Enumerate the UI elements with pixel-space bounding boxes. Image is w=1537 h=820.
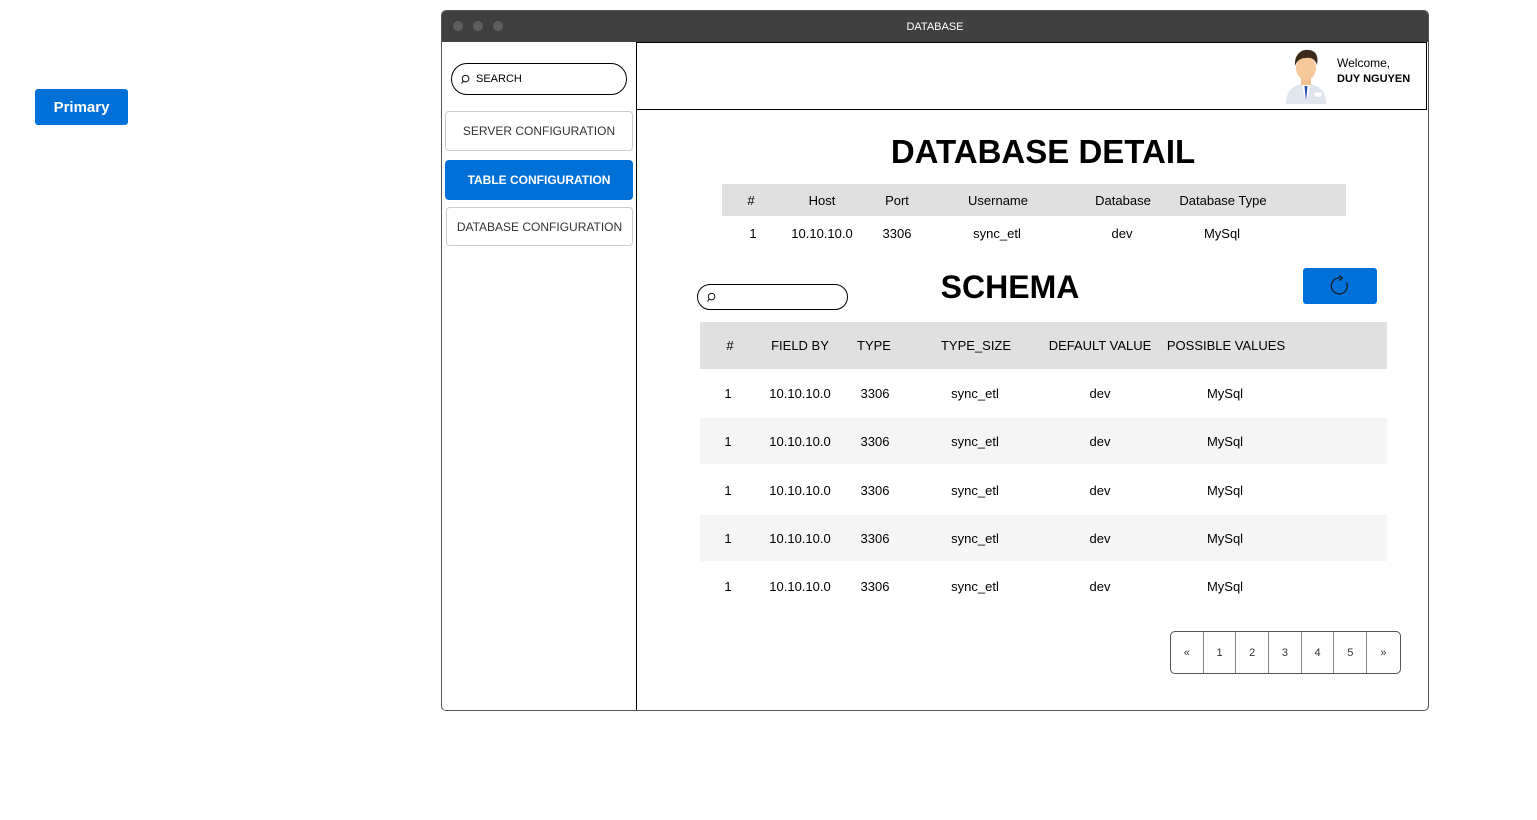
title-bar: DATABASE: [442, 11, 1428, 42]
table-cell: 1: [724, 530, 732, 546]
page-button-4[interactable]: 4: [1302, 632, 1335, 673]
sidebar-search-label: SEARCH: [476, 73, 522, 85]
column-header: #: [747, 192, 755, 208]
welcome-block: Welcome, DUY NGUYEN: [1337, 55, 1410, 87]
refresh-icon: [1330, 275, 1348, 295]
table-cell: 1: [724, 578, 732, 594]
database-detail-title: DATABASE DETAIL: [890, 133, 1196, 170]
table-cell: sync_etl: [973, 225, 1021, 241]
table-cell: MySql: [1206, 482, 1244, 498]
table-cell: 10.10.10.0: [769, 530, 831, 546]
table-cell: 10.10.10.0: [769, 385, 831, 401]
page-button-2[interactable]: 2: [1236, 632, 1270, 673]
column-header: Username: [968, 192, 1028, 208]
table-cell: dev: [1089, 578, 1111, 594]
table-row[interactable]: 1 10.10.10.0 3306 sync_etl dev MySql: [700, 418, 1387, 464]
table-cell: 10.10.10.0: [769, 482, 831, 498]
table-cell: MySql: [1206, 385, 1244, 401]
schema-search-input[interactable]: [697, 284, 848, 310]
table-cell: dev: [1089, 482, 1111, 498]
table-cell: MySql: [1203, 225, 1241, 241]
table-row[interactable]: 1 10.10.10.0 3306 sync_etl dev MySql: [700, 467, 1387, 513]
sidebar-item-database-configuration[interactable]: DATABASE CONFIGURATION: [446, 207, 633, 246]
table-cell: 1: [724, 433, 732, 449]
table-cell: 1: [724, 385, 732, 401]
detail-table-row[interactable]: 1 10.10.10.0 3306 sync_etl dev MySql: [722, 217, 1346, 249]
table-cell: sync_etl: [951, 433, 999, 449]
table-cell: sync_etl: [951, 482, 999, 498]
page-button-5[interactable]: 5: [1334, 632, 1368, 673]
table-row[interactable]: 1 10.10.10.0 3306 sync_etl dev MySql: [700, 370, 1387, 416]
maximize-dot[interactable]: [493, 21, 503, 31]
top-header: Welcome, DUY NGUYEN: [636, 42, 1427, 110]
table-cell: 3306: [882, 225, 912, 241]
minimize-dot[interactable]: [473, 21, 483, 31]
table-cell: 1: [749, 225, 757, 241]
page-button-3[interactable]: 3: [1269, 632, 1302, 673]
schema-table-header: # FIELD BY TYPE TYPE_SIZE DEFAULT VALUE …: [700, 322, 1387, 369]
refresh-button[interactable]: [1303, 268, 1377, 304]
sidebar-item-server-configuration[interactable]: SERVER CONFIGURATION: [445, 111, 633, 151]
column-header: Port: [885, 192, 909, 208]
column-header: POSSIBLE VALUES: [1166, 338, 1286, 353]
column-header: FIELD BY: [771, 338, 829, 353]
user-avatar-icon[interactable]: [1282, 46, 1330, 104]
table-cell: sync_etl: [951, 578, 999, 594]
column-header: Database: [1095, 192, 1151, 208]
column-header: Database Type: [1179, 192, 1267, 208]
table-cell: 10.10.10.0: [769, 578, 831, 594]
table-cell: 3306: [860, 385, 890, 401]
table-row[interactable]: 1 10.10.10.0 3306 sync_etl dev MySql: [700, 515, 1387, 561]
table-cell: sync_etl: [951, 385, 999, 401]
table-cell: 3306: [860, 530, 890, 546]
column-header: DEFAULT VALUE: [1048, 338, 1152, 353]
sidebar-item-label: SERVER CONFIGURATION: [462, 124, 616, 138]
table-cell: MySql: [1206, 530, 1244, 546]
close-dot[interactable]: [453, 21, 463, 31]
sidebar-search-input[interactable]: SEARCH: [451, 63, 627, 95]
table-cell: dev: [1089, 530, 1111, 546]
table-cell: 3306: [860, 482, 890, 498]
table-cell: dev: [1089, 433, 1111, 449]
table-cell: 10.10.10.0: [769, 433, 831, 449]
detail-table-header: # Host Port Username Database Database T…: [722, 184, 1346, 216]
table-cell: dev: [1089, 385, 1111, 401]
table-cell: MySql: [1206, 578, 1244, 594]
page-button-1[interactable]: 1: [1204, 632, 1237, 673]
primary-button[interactable]: Primary: [35, 89, 128, 125]
last-page-button[interactable]: »: [1367, 632, 1400, 673]
table-cell: dev: [1111, 225, 1133, 241]
sidebar-item-label: TABLE CONFIGURATION: [467, 173, 611, 187]
column-header: #: [726, 338, 734, 353]
table-row[interactable]: 1 10.10.10.0 3306 sync_etl dev MySql: [700, 563, 1387, 609]
table-cell: MySql: [1206, 433, 1244, 449]
table-cell: 10.10.10.0: [791, 225, 853, 241]
table-cell: 3306: [860, 578, 890, 594]
schema-title: SCHEMA: [940, 269, 1080, 305]
sidebar: SEARCH SERVER CONFIGURATION TABLE CONFIG…: [442, 42, 637, 710]
pagination: « 1 2 3 4 5 »: [1170, 631, 1401, 674]
column-header: TYPE_SIZE: [940, 338, 1012, 353]
column-header: Host: [808, 192, 836, 208]
table-cell: 1: [724, 482, 732, 498]
search-icon: [707, 292, 716, 302]
user-name: DUY NGUYEN: [1337, 73, 1411, 85]
app-window: DATABASE SEARCH SERVER CONFIGURATION TAB…: [441, 10, 1429, 711]
sidebar-item-label: DATABASE CONFIGURATION: [456, 219, 623, 234]
sidebar-item-table-configuration[interactable]: TABLE CONFIGURATION: [445, 160, 633, 200]
table-cell: sync_etl: [951, 530, 999, 546]
table-cell: 3306: [860, 433, 890, 449]
window-title: DATABASE: [906, 20, 964, 33]
welcome-text: Welcome,: [1337, 56, 1391, 70]
column-header: TYPE: [857, 338, 891, 353]
search-icon: [461, 74, 470, 84]
first-page-button[interactable]: «: [1171, 632, 1204, 673]
